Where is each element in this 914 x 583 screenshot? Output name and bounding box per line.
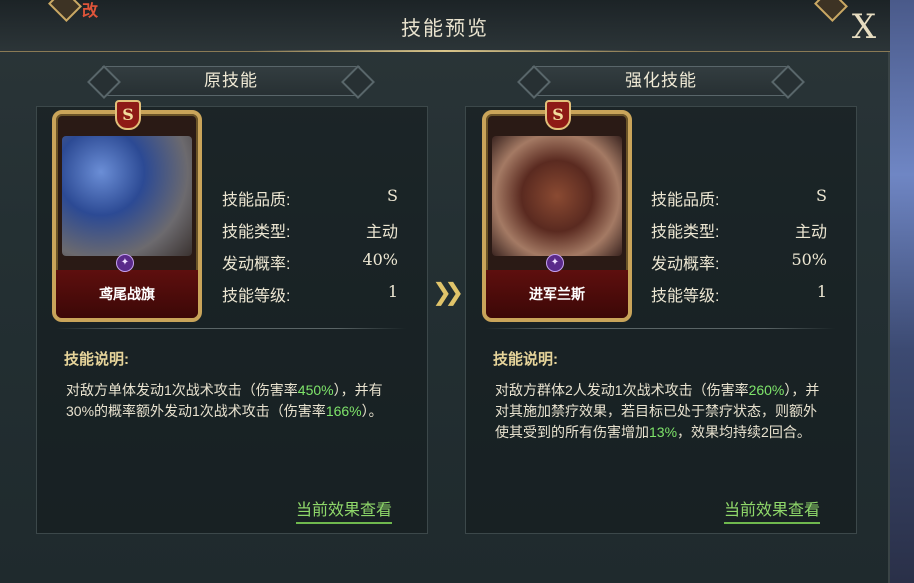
purple-emblem-icon: ✦: [546, 254, 564, 272]
stat-value: 1: [816, 282, 827, 301]
stat-level: 技能等级: 1: [651, 282, 831, 314]
stat-label: 技能等级:: [222, 288, 291, 305]
skill-name: 进军兰斯: [529, 286, 585, 302]
stat-value: S: [816, 186, 827, 205]
original-skill-banner: 原技能: [102, 66, 360, 96]
skill-art-battle: [492, 136, 622, 256]
stat-label: 技能类型:: [222, 224, 291, 241]
stat-value: 1: [387, 282, 398, 301]
stat-chance: 发动概率: 40%: [222, 250, 402, 282]
stat-label: 技能类型:: [651, 224, 720, 241]
desc-text: 对敌方群体2人发动1次战术攻击（伤害率: [495, 382, 749, 398]
stat-label: 技能品质:: [651, 192, 720, 209]
grade-badge: S: [115, 100, 141, 130]
stat-chance: 发动概率: 50%: [651, 250, 831, 282]
stat-type: 技能类型: 主动: [222, 218, 402, 250]
stat-value: 主动: [365, 222, 398, 241]
close-button[interactable]: X: [846, 8, 882, 46]
desc-highlight: 13%: [649, 424, 678, 440]
desc-highlight: 260%: [748, 382, 785, 398]
skill-art-flag: [62, 136, 192, 256]
divider: [56, 328, 406, 329]
enhanced-skill-stats: 技能品质: S 技能类型: 主动 发动概率: 50% 技能等级: 1: [651, 186, 831, 314]
view-current-effect-link[interactable]: 当前效果查看: [296, 496, 393, 524]
desc-text: ，效果均持续2回合。: [677, 424, 811, 440]
stat-quality: 技能品质: S: [222, 186, 402, 218]
original-skill-stats: 技能品质: S 技能类型: 主动 发动概率: 40% 技能等级: 1: [222, 186, 402, 314]
view-current-effect-link[interactable]: 当前效果查看: [724, 496, 821, 524]
desc-highlight: 166%: [325, 403, 362, 419]
stat-quality: 技能品质: S: [651, 186, 831, 218]
description-title: 技能说明:: [493, 351, 558, 368]
desc-text: 对敌方单体发动1次战术攻击（伤害率: [66, 382, 298, 398]
skill-name: 鸢尾战旗: [99, 286, 155, 302]
original-skill-card[interactable]: S ✦ 鸢尾战旗: [52, 100, 202, 322]
divider: [485, 328, 835, 329]
enhanced-skill-banner: 强化技能: [532, 66, 790, 96]
stat-label: 发动概率:: [222, 256, 291, 273]
dialog-title: 技能预览: [401, 18, 489, 40]
skill-description: 对敌方单体发动1次战术攻击（伤害率450%），并有30%的概率额外发动1次战术攻…: [66, 380, 396, 422]
stat-value: S: [387, 186, 398, 205]
stat-label: 技能等级:: [651, 288, 720, 305]
stat-value: 主动: [794, 222, 827, 241]
background-edge: [888, 0, 914, 583]
desc-text: ）。: [361, 403, 383, 419]
stat-value: 40%: [362, 250, 398, 269]
description-title: 技能说明:: [64, 351, 129, 368]
skill-description: 对敌方群体2人发动1次战术攻击（伤害率260%），并对其施加禁疗效果，若目标已处…: [495, 380, 825, 443]
grade-badge: S: [545, 100, 571, 130]
stat-label: 发动概率:: [651, 256, 720, 273]
desc-highlight: 450%: [297, 382, 334, 398]
stat-value: 50%: [791, 250, 827, 269]
stat-label: 技能品质:: [222, 192, 291, 209]
enhanced-skill-card[interactable]: S ✦ 进军兰斯: [482, 100, 632, 322]
skill-preview-dialog: 改 技能预览 X 原技能 S ✦ 鸢尾战旗 技能品质: S 技能类型: 主动 发…: [0, 0, 890, 583]
stat-type: 技能类型: 主动: [651, 218, 831, 250]
purple-emblem-icon: ✦: [116, 254, 134, 272]
stat-level: 技能等级: 1: [222, 282, 402, 314]
double-chevron-right-icon: ❯❯: [432, 279, 464, 306]
